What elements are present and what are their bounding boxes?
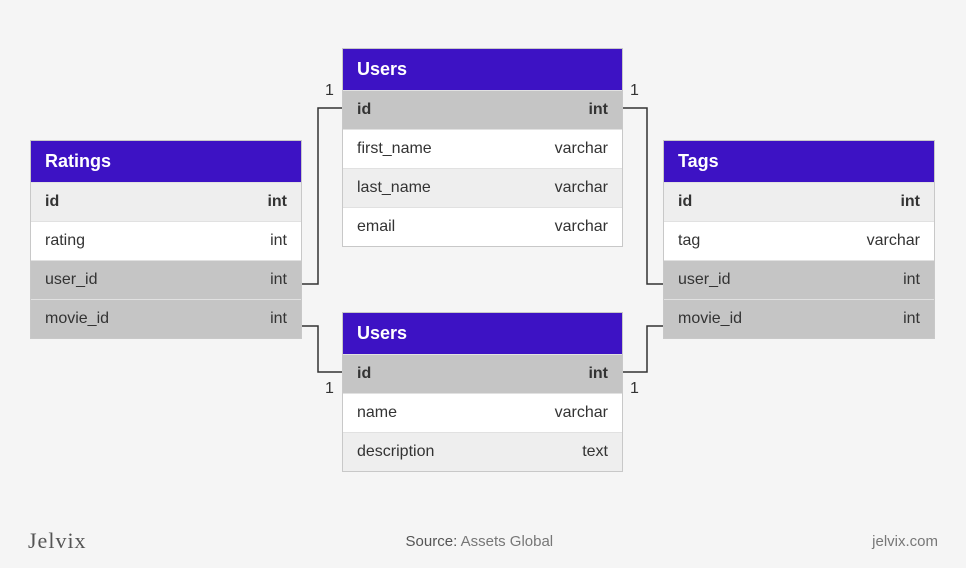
column-name: email [357, 218, 395, 236]
table-row: id int [343, 90, 622, 129]
column-type: int [267, 193, 287, 211]
column-type: text [582, 443, 608, 461]
column-name: name [357, 404, 397, 422]
table-row: id int [31, 182, 301, 221]
table-header: Users [343, 49, 622, 90]
table-row: movie_id int [664, 299, 934, 338]
column-name: rating [45, 232, 85, 250]
column-type: varchar [555, 218, 608, 236]
table-users-top: Users id int first_name varchar last_nam… [342, 48, 623, 247]
column-name: movie_id [678, 310, 742, 328]
table-row: rating int [31, 221, 301, 260]
column-type: int [588, 101, 608, 119]
table-row: movie_id int [31, 299, 301, 338]
site-url: jelvix.com [872, 533, 938, 550]
table-row: name varchar [343, 393, 622, 432]
column-name: id [357, 365, 371, 383]
column-name: tag [678, 232, 700, 250]
cardinality-label: 1 [630, 82, 639, 100]
column-type: varchar [867, 232, 920, 250]
column-name: id [45, 193, 59, 211]
table-row: email varchar [343, 207, 622, 246]
column-type: int [270, 232, 287, 250]
column-type: int [588, 365, 608, 383]
column-name: id [357, 101, 371, 119]
table-row: description text [343, 432, 622, 471]
cardinality-label: 1 [630, 380, 639, 398]
brand-logo: Jelvix [28, 528, 87, 554]
source-credit: Source: Assets Global [87, 533, 873, 550]
column-type: int [270, 310, 287, 328]
column-name: user_id [678, 271, 730, 289]
table-ratings: Ratings id int rating int user_id int mo… [30, 140, 302, 339]
column-name: description [357, 443, 434, 461]
column-type: varchar [555, 179, 608, 197]
table-row: id int [343, 354, 622, 393]
column-type: int [270, 271, 287, 289]
cardinality-label: 1 [325, 380, 334, 398]
table-row: user_id int [31, 260, 301, 299]
source-label: Source: [406, 533, 458, 550]
column-name: last_name [357, 179, 431, 197]
table-row: id int [664, 182, 934, 221]
column-type: varchar [555, 404, 608, 422]
table-row: user_id int [664, 260, 934, 299]
table-row: tag varchar [664, 221, 934, 260]
column-name: user_id [45, 271, 97, 289]
footer: Jelvix Source: Assets Global jelvix.com [0, 528, 966, 554]
column-type: varchar [555, 140, 608, 158]
column-name: first_name [357, 140, 432, 158]
table-row: first_name varchar [343, 129, 622, 168]
table-header: Tags [664, 141, 934, 182]
column-type: int [903, 310, 920, 328]
diagram-canvas: 1 1 1 1 Ratings id int rating int user_i… [0, 0, 966, 568]
table-tags: Tags id int tag varchar user_id int movi… [663, 140, 935, 339]
column-name: id [678, 193, 692, 211]
column-type: int [900, 193, 920, 211]
table-users-bottom: Users id int name varchar description te… [342, 312, 623, 472]
table-header: Users [343, 313, 622, 354]
cardinality-label: 1 [325, 82, 334, 100]
table-header: Ratings [31, 141, 301, 182]
column-type: int [903, 271, 920, 289]
source-value: Assets Global [461, 533, 554, 550]
column-name: movie_id [45, 310, 109, 328]
table-row: last_name varchar [343, 168, 622, 207]
